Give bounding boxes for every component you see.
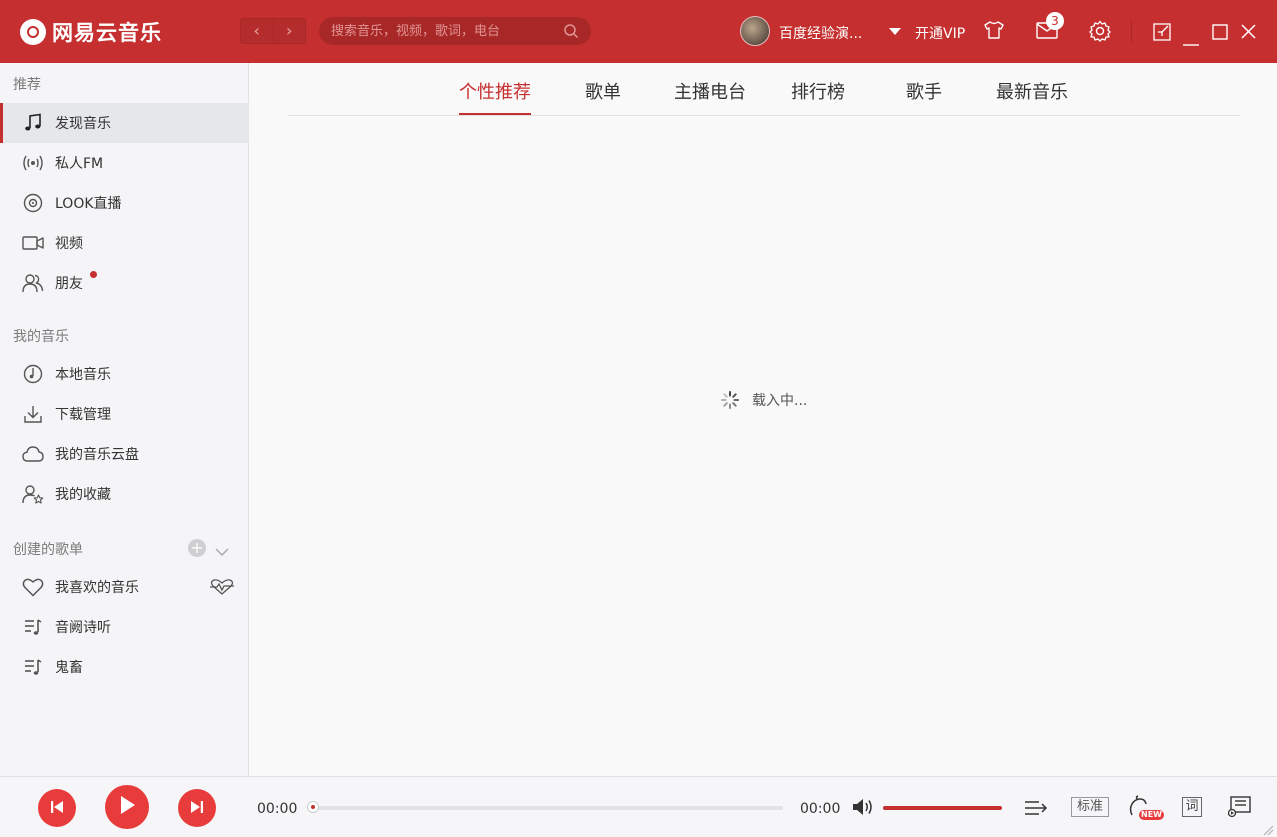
- resize-grip-icon[interactable]: [1262, 821, 1274, 837]
- netease-logo-icon[interactable]: [20, 19, 46, 45]
- username[interactable]: 百度经验演...: [779, 23, 862, 43]
- chevron-down-icon[interactable]: [889, 28, 901, 35]
- section-title-recommend: 推荐: [13, 77, 41, 93]
- sidebar-item-label: 下载管理: [55, 407, 111, 423]
- sidebar-item-label: 我的收藏: [55, 487, 111, 503]
- minimize-icon[interactable]: [1183, 31, 1199, 50]
- playlist-icon: [22, 616, 44, 638]
- sidebar-item-discover-music[interactable]: 发现音乐: [0, 103, 249, 143]
- vip-button[interactable]: 开通VIP: [915, 23, 965, 43]
- play-mode-icon[interactable]: [1024, 797, 1048, 823]
- notification-dot: [90, 271, 97, 278]
- collection-icon: [22, 483, 44, 505]
- previous-button[interactable]: [38, 789, 76, 827]
- new-badge: NEW: [1139, 810, 1164, 820]
- volume-slider[interactable]: [883, 806, 1002, 810]
- heartbeat-mode-icon[interactable]: [209, 579, 235, 599]
- discover-tabs: 个性推荐 歌单 主播电台 排行榜 歌手 最新音乐: [288, 63, 1240, 116]
- play-icon: [118, 795, 136, 819]
- mini-mode-icon[interactable]: [1153, 23, 1171, 45]
- search-box: [319, 17, 591, 45]
- local-music-icon: [22, 363, 44, 385]
- heart-icon: [22, 576, 44, 598]
- volume-level: [883, 806, 1002, 810]
- spinner-icon: [721, 391, 739, 409]
- search-icon[interactable]: [563, 23, 579, 43]
- sidebar-item-liked-music[interactable]: 我喜欢的音乐: [0, 567, 249, 607]
- sidebar-item-label: 鬼畜: [55, 660, 83, 676]
- progress-bar[interactable]: [307, 801, 783, 813]
- sidebar-item-friends[interactable]: 朋友: [0, 263, 249, 303]
- gear-icon[interactable]: [1089, 20, 1111, 46]
- sidebar-item-my-collection[interactable]: 我的收藏: [0, 474, 249, 514]
- playlist-icon: [22, 656, 44, 678]
- tab-playlists[interactable]: 歌单: [585, 78, 621, 104]
- tab-charts[interactable]: 排行榜: [791, 78, 845, 104]
- forward-arrow-icon[interactable]: ›: [274, 19, 306, 43]
- sidebar-item-label: 我喜欢的音乐: [55, 580, 139, 596]
- message-count-badge: 3: [1046, 12, 1064, 30]
- tab-radio[interactable]: 主播电台: [674, 78, 746, 104]
- play-button[interactable]: [105, 785, 149, 829]
- live-icon: [22, 192, 44, 214]
- playlist-queue-icon[interactable]: [1227, 796, 1252, 822]
- tab-artists[interactable]: 歌手: [906, 78, 942, 104]
- volume-icon[interactable]: [852, 798, 874, 820]
- sidebar-item-look-live[interactable]: LOOK直播: [0, 183, 249, 223]
- title-bar: 网易云音乐 ‹ › 百度经验演... 开通VIP 3: [0, 0, 1277, 63]
- cloud-icon: [22, 443, 44, 465]
- sidebar-item-label: 朋友: [55, 276, 83, 292]
- friends-icon: [22, 272, 44, 294]
- app-title: 网易云音乐: [52, 21, 162, 45]
- sidebar-item-download[interactable]: 下载管理: [0, 394, 249, 434]
- sidebar-item-playlist-2[interactable]: 鬼畜: [0, 647, 249, 687]
- section-title-created-playlists: 创建的歌单: [13, 542, 83, 558]
- search-input[interactable]: [331, 17, 561, 45]
- sidebar-item-label: LOOK直播: [55, 196, 122, 212]
- music-note-icon: [22, 112, 44, 134]
- lyrics-button[interactable]: 词: [1182, 797, 1202, 817]
- divider: [1131, 20, 1132, 42]
- avatar[interactable]: [740, 16, 770, 46]
- sidebar-item-cloud-drive[interactable]: 我的音乐云盘: [0, 434, 249, 474]
- skin-icon[interactable]: [983, 20, 1005, 44]
- quality-button[interactable]: 标准: [1071, 797, 1109, 817]
- sidebar: 推荐 发现音乐 私人FM LOOK直播 视频 朋友 我的音乐 本地音乐 下载管理…: [0, 63, 249, 776]
- add-playlist-button[interactable]: +: [188, 539, 206, 557]
- loading-indicator: 载入中...: [720, 390, 807, 410]
- player-bar: 00:00 00:00 标准 NEW 词: [0, 776, 1277, 837]
- tab-new-music[interactable]: 最新音乐: [996, 78, 1068, 104]
- close-icon[interactable]: [1241, 24, 1256, 43]
- progress-handle[interactable]: [307, 801, 319, 813]
- sidebar-item-label: 发现音乐: [55, 116, 111, 132]
- current-time: 00:00: [257, 801, 298, 817]
- sidebar-item-label: 视频: [55, 236, 83, 252]
- total-time: 00:00: [800, 801, 841, 817]
- download-icon: [22, 403, 44, 425]
- sidebar-item-label: 我的音乐云盘: [55, 447, 139, 463]
- next-button[interactable]: [178, 789, 216, 827]
- back-arrow-icon[interactable]: ‹: [241, 19, 274, 43]
- radio-icon: [22, 152, 44, 174]
- tab-personal-recommend[interactable]: 个性推荐: [459, 78, 531, 104]
- sidebar-item-label: 音阙诗听: [55, 620, 111, 636]
- chevron-down-icon[interactable]: [215, 542, 229, 561]
- sidebar-item-playlist-1[interactable]: 音阙诗听: [0, 607, 249, 647]
- next-icon: [190, 799, 204, 818]
- history-nav: ‹ ›: [240, 18, 306, 44]
- active-tab-indicator: [459, 113, 531, 115]
- maximize-icon[interactable]: [1212, 24, 1228, 44]
- sidebar-item-video[interactable]: 视频: [0, 223, 249, 263]
- sidebar-item-label: 私人FM: [55, 156, 104, 172]
- sidebar-item-personal-fm[interactable]: 私人FM: [0, 143, 249, 183]
- sidebar-item-local-music[interactable]: 本地音乐: [0, 354, 249, 394]
- previous-icon: [50, 799, 64, 818]
- sidebar-item-label: 本地音乐: [55, 367, 111, 383]
- loading-text: 载入中...: [752, 393, 808, 409]
- video-icon: [22, 232, 44, 254]
- section-title-my-music: 我的音乐: [13, 329, 69, 345]
